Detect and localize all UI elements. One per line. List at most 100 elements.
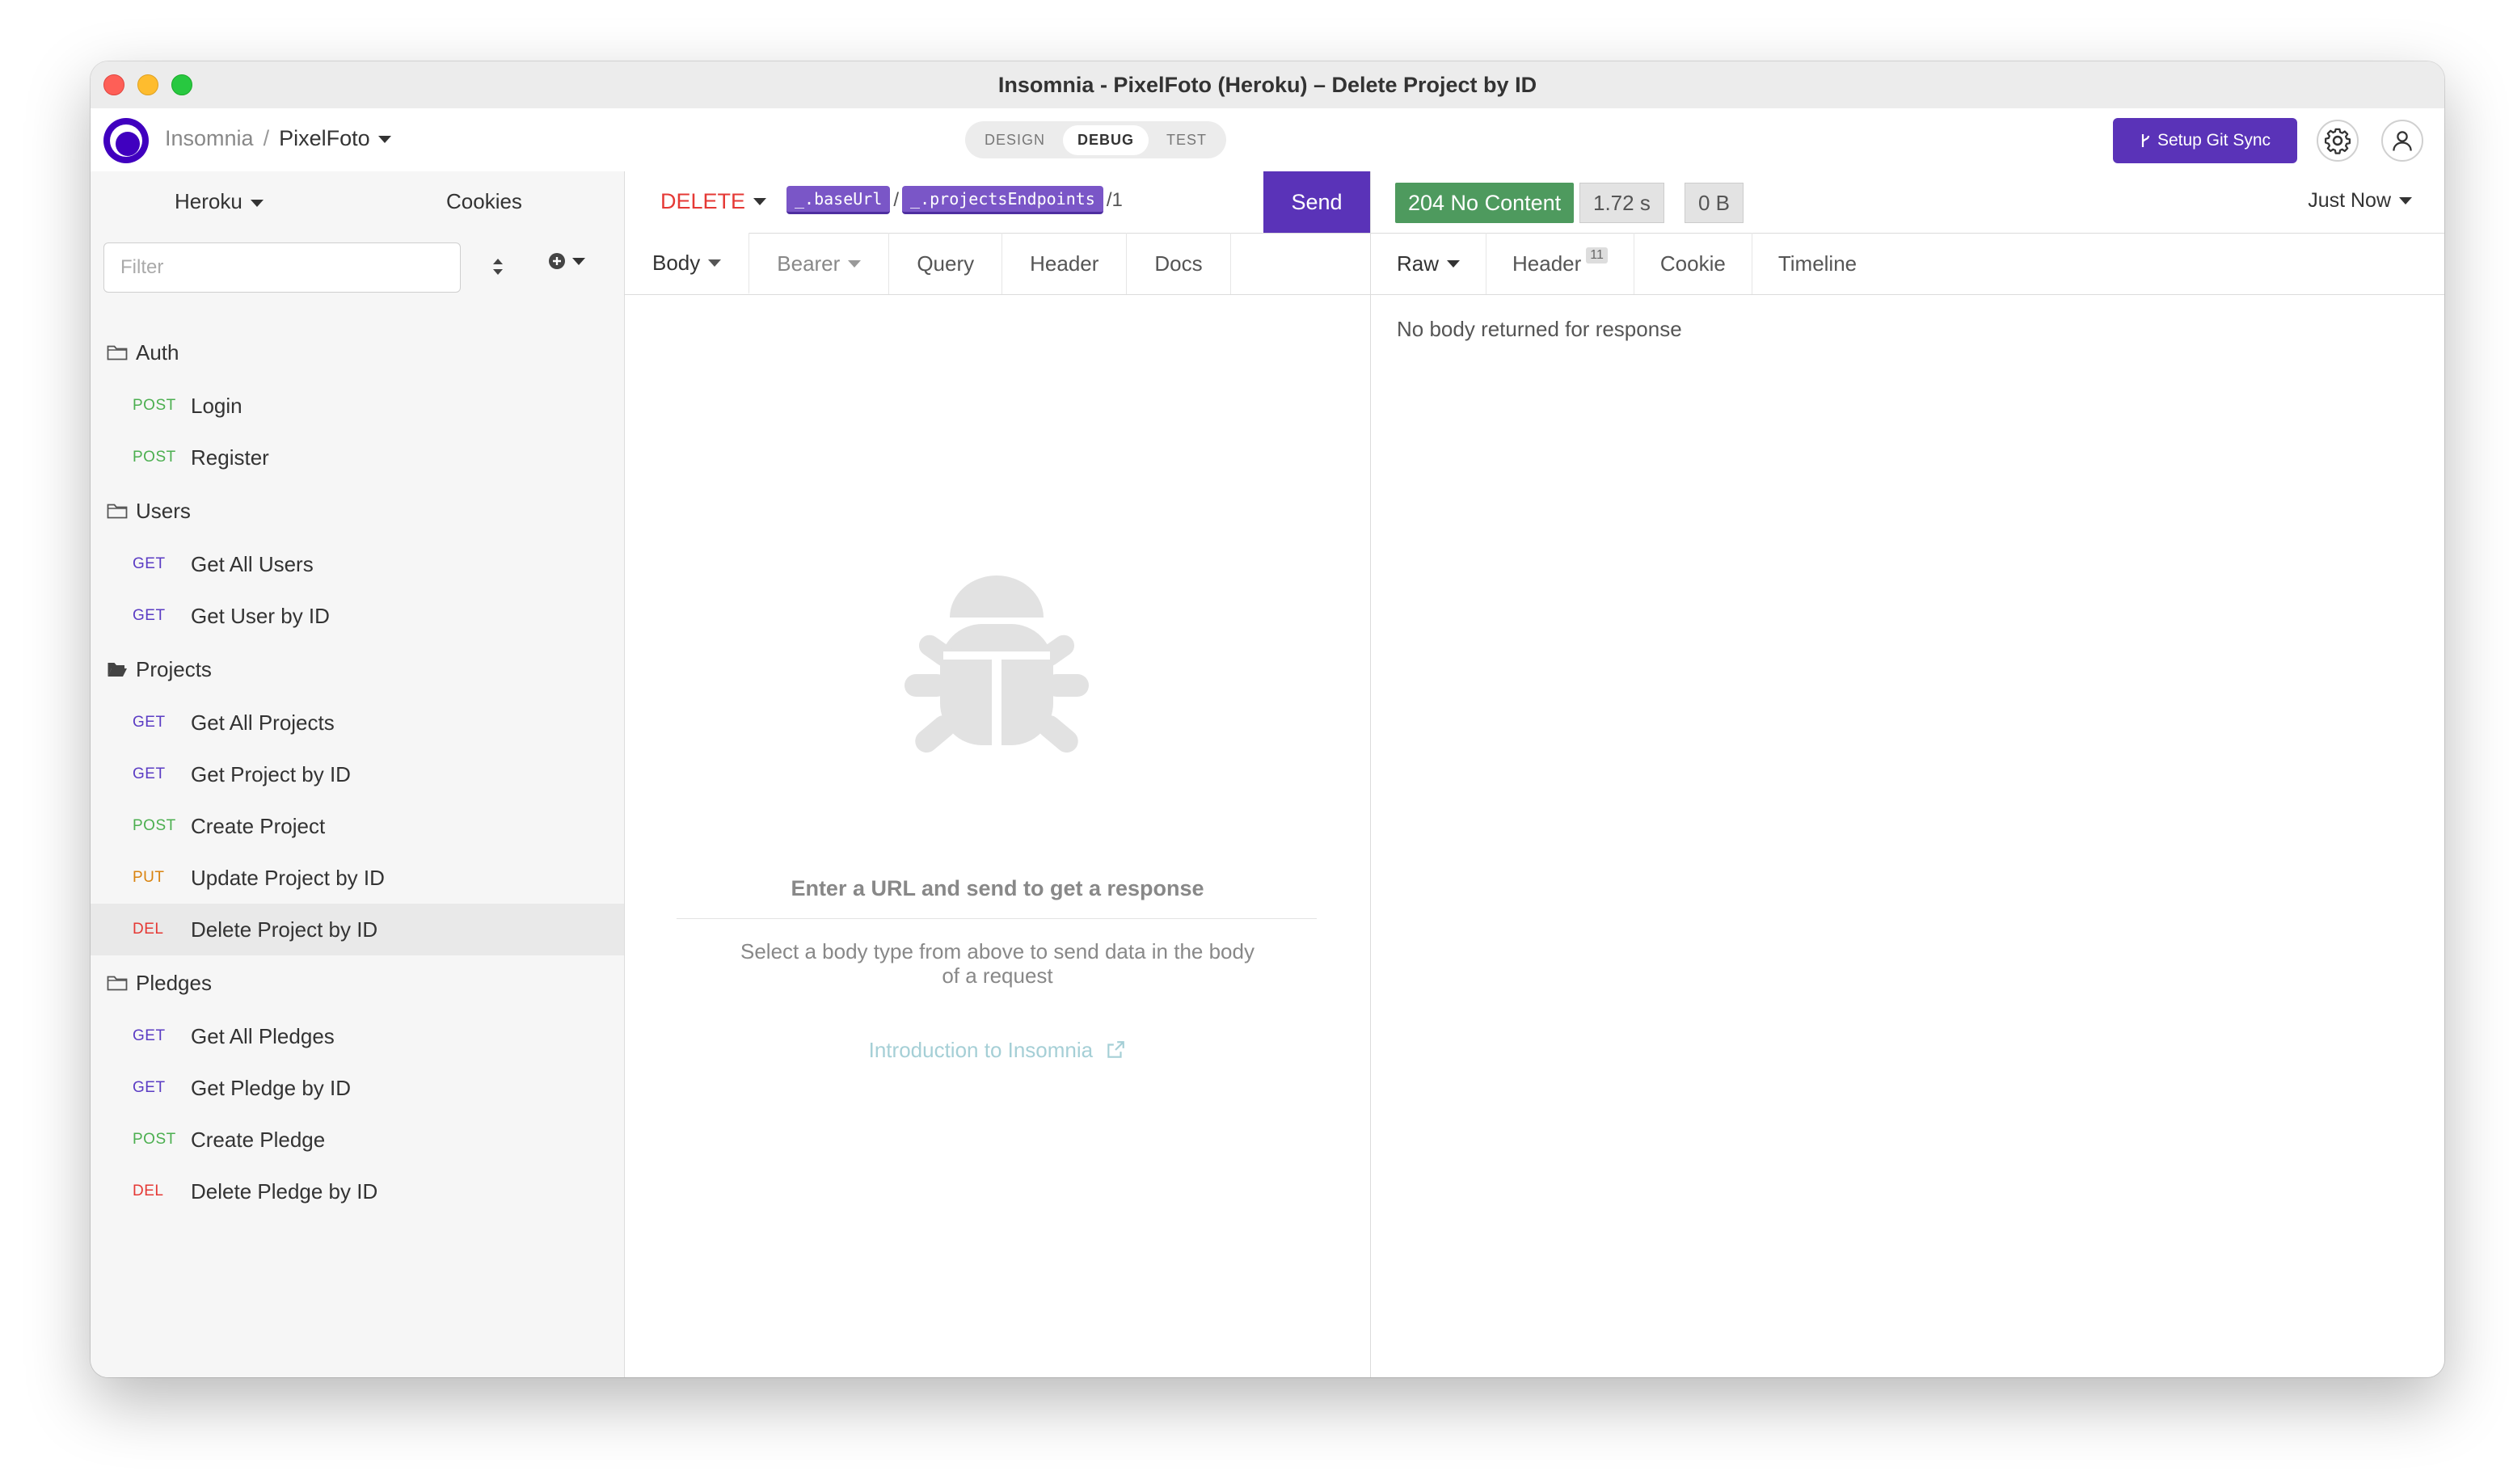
tab-timeline[interactable]: Timeline [1752, 233, 1883, 294]
intro-link[interactable]: Introduction to Insomnia [625, 1038, 1370, 1063]
window-controls [103, 74, 192, 95]
sidebar-request-item[interactable]: POST Login [91, 380, 624, 432]
sidebar-request-item[interactable]: GET Get All Pledges [91, 1010, 624, 1062]
gear-icon [2324, 128, 2351, 154]
response-pane: 204 No Content 1.72 s 0 B Just Now Raw H… [1371, 171, 2444, 1377]
method-badge: GET [133, 1079, 166, 1096]
method-badge: GET [133, 555, 166, 572]
folder-icon [107, 974, 128, 992]
empty-state-title: Enter a URL and send to get a response [791, 876, 1204, 900]
sidebar-folder[interactable]: Users [91, 483, 624, 538]
tab-cookie[interactable]: Cookie [1634, 233, 1752, 294]
user-icon [2393, 131, 2412, 151]
sidebar-request-item[interactable]: GET Get All Projects [91, 697, 624, 748]
tab-body-label: Body [652, 250, 701, 275]
request-name: Create Pledge [191, 1127, 326, 1152]
insomnia-logo-icon[interactable] [103, 118, 149, 163]
url-variable-tag[interactable]: _.baseUrl [786, 186, 891, 214]
request-pane: DELETE _.baseUrl / _.projectsEndpoints /… [625, 171, 1371, 1377]
method-badge: GET [133, 765, 166, 782]
tab-docs[interactable]: Docs [1127, 233, 1231, 294]
cookies-button[interactable]: Cookies [446, 189, 522, 214]
method-badge: POST [133, 1131, 176, 1148]
sidebar-folder[interactable]: Auth [91, 325, 624, 380]
breadcrumb-root[interactable]: Insomnia [165, 126, 254, 151]
mode-debug[interactable]: DEBUG [1063, 124, 1149, 155]
filter-input[interactable]: Filter [103, 242, 461, 293]
sidebar-request-item[interactable]: GET Get All Users [91, 538, 624, 590]
project-dropdown[interactable]: PixelFoto [279, 126, 391, 151]
tab-auth[interactable]: Bearer [749, 233, 890, 294]
tab-raw[interactable]: Raw [1371, 233, 1487, 294]
account-button[interactable] [2381, 120, 2423, 162]
tab-header[interactable]: Header [1002, 233, 1128, 294]
sidebar-request-item[interactable]: GET Get User by ID [91, 590, 624, 642]
request-name: Get Pledge by ID [191, 1075, 351, 1100]
method-label: DELETE [660, 189, 746, 213]
request-name: Update Project by ID [191, 865, 385, 890]
tab-response-header[interactable]: Header 11 [1486, 233, 1634, 294]
setup-git-sync-button[interactable]: Setup Git Sync [2113, 118, 2297, 163]
request-name: Get Project by ID [191, 761, 351, 786]
app-header: Insomnia / PixelFoto DESIGN DEBUG TEST S… [91, 108, 2444, 172]
tab-raw-label: Raw [1397, 251, 1440, 276]
minimize-window-button[interactable] [137, 74, 158, 95]
sidebar-request-item[interactable]: POST Create Project [91, 800, 624, 852]
sort-button[interactable] [483, 252, 512, 281]
settings-button[interactable] [2317, 120, 2359, 162]
response-body-message: No body returned for response [1397, 317, 1682, 341]
response-time: 1.72 s [1579, 183, 1664, 223]
breadcrumb: Insomnia / PixelFoto [165, 126, 391, 151]
sidebar-request-item[interactable]: DEL Delete Project by ID [91, 904, 624, 955]
sidebar-folder[interactable]: Projects [91, 642, 624, 697]
tab-query[interactable]: Query [889, 233, 1003, 294]
chevron-down-icon [2399, 197, 2412, 204]
method-badge: DEL [133, 921, 164, 938]
add-request-button[interactable] [548, 252, 585, 270]
window-title: Insomnia - PixelFoto (Heroku) – Delete P… [997, 72, 1537, 97]
tab-auth-label: Bearer [777, 251, 841, 276]
sidebar-folder[interactable]: Pledges [91, 955, 624, 1010]
request-name: Get All Users [191, 551, 314, 576]
environment-label: Heroku [175, 189, 242, 213]
url-input[interactable]: _.baseUrl / _.projectsEndpoints /1 [786, 186, 1123, 214]
request-name: Get All Projects [191, 710, 335, 735]
header-count-badge: 11 [1586, 247, 1608, 263]
method-badge: POST [133, 817, 176, 834]
sidebar-request-item[interactable]: POST Create Pledge [91, 1114, 624, 1166]
request-name: Delete Pledge by ID [191, 1178, 378, 1204]
folder-open-icon [107, 660, 128, 678]
chevron-down-icon [848, 259, 862, 268]
tab-body[interactable]: Body [625, 233, 750, 294]
folder-label: Projects [136, 656, 212, 681]
sidebar-request-item[interactable]: PUT Update Project by ID [91, 852, 624, 904]
url-variable-tag[interactable]: _.projectsEndpoints [902, 186, 1103, 214]
mode-design[interactable]: DESIGN [970, 125, 1060, 155]
title-bar: Insomnia - PixelFoto (Heroku) – Delete P… [91, 61, 2444, 109]
send-button[interactable]: Send [1263, 171, 1370, 233]
mode-test[interactable]: TEST [1152, 125, 1221, 155]
response-tabs: Raw Header 11 Cookie Timeline [1371, 233, 2444, 295]
request-name: Delete Project by ID [191, 917, 378, 942]
git-branch-icon [2141, 134, 2150, 147]
method-badge: PUT [133, 869, 165, 886]
environment-dropdown[interactable]: Heroku [175, 189, 264, 214]
maximize-window-button[interactable] [171, 74, 192, 95]
method-dropdown[interactable]: DELETE [660, 189, 767, 214]
sidebar-request-item[interactable]: DEL Delete Pledge by ID [91, 1166, 624, 1217]
method-badge: DEL [133, 1183, 164, 1199]
sidebar-request-item[interactable]: POST Register [91, 432, 624, 483]
project-name: PixelFoto [279, 126, 370, 150]
request-name: Login [191, 393, 242, 418]
external-link-icon [1107, 1041, 1125, 1058]
history-dropdown[interactable]: Just Now [2308, 189, 2412, 213]
sidebar-request-item[interactable]: GET Get Pledge by ID [91, 1062, 624, 1114]
close-window-button[interactable] [103, 74, 124, 95]
sort-icon [493, 259, 503, 275]
tab-response-header-label: Header [1512, 251, 1582, 276]
empty-state-subtitle: Select a body type from above to send da… [740, 939, 1254, 988]
folder-label: Users [136, 498, 191, 523]
method-badge: GET [133, 607, 166, 624]
plus-circle-icon [549, 253, 565, 269]
sidebar-request-item[interactable]: GET Get Project by ID [91, 748, 624, 800]
